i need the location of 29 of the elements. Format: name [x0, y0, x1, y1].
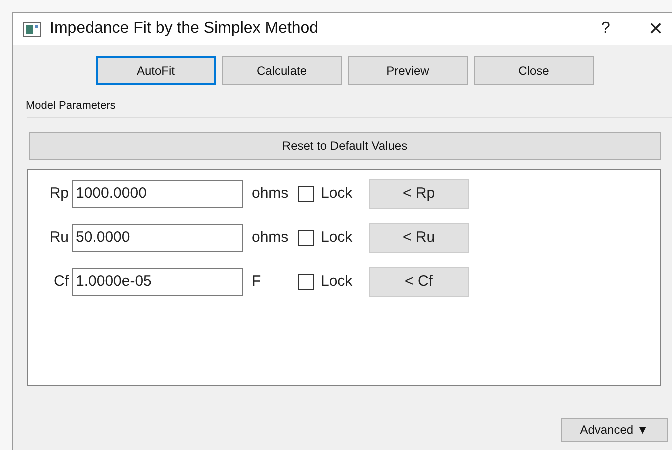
parameter-label: Ru: [48, 228, 70, 248]
copy-button[interactable]: < Ru: [369, 223, 469, 253]
reset-button[interactable]: Reset to Default Values: [29, 132, 661, 160]
help-button[interactable]: ?: [591, 17, 621, 41]
unit-label: ohms: [252, 184, 290, 204]
lock-checkbox[interactable]: [298, 274, 314, 290]
group-title: Model Parameters: [26, 100, 116, 112]
lock-checkbox[interactable]: [298, 186, 314, 202]
unit-label: ohms: [252, 228, 290, 248]
parameter-label: Cf: [53, 272, 70, 292]
dialog-button[interactable]: Preview: [348, 56, 468, 85]
dialog-button[interactable]: AutoFit: [96, 56, 216, 85]
close-button[interactable]: ✕: [641, 16, 671, 42]
lock-label: Lock: [321, 184, 354, 204]
value-field[interactable]: 50.0000: [72, 224, 243, 252]
lock-checkbox[interactable]: [298, 230, 314, 246]
window-icon: [23, 22, 41, 36]
window-title: Impedance Fit by the Simplex Method: [50, 19, 319, 39]
copy-button[interactable]: < Cf: [369, 267, 469, 297]
copy-button[interactable]: < Rp: [369, 179, 469, 209]
value-field[interactable]: 1.0000e-05: [72, 268, 243, 296]
lock-label: Lock: [321, 272, 354, 292]
lock-label: Lock: [321, 228, 354, 248]
parameter-label: Rp: [48, 184, 70, 204]
dialog-button[interactable]: Close: [474, 56, 594, 85]
value-field[interactable]: 1000.0000: [72, 180, 243, 208]
dialog-button[interactable]: Calculate: [222, 56, 342, 85]
advanced-button[interactable]: Advanced ▼: [561, 418, 668, 442]
unit-label: F: [252, 272, 262, 292]
